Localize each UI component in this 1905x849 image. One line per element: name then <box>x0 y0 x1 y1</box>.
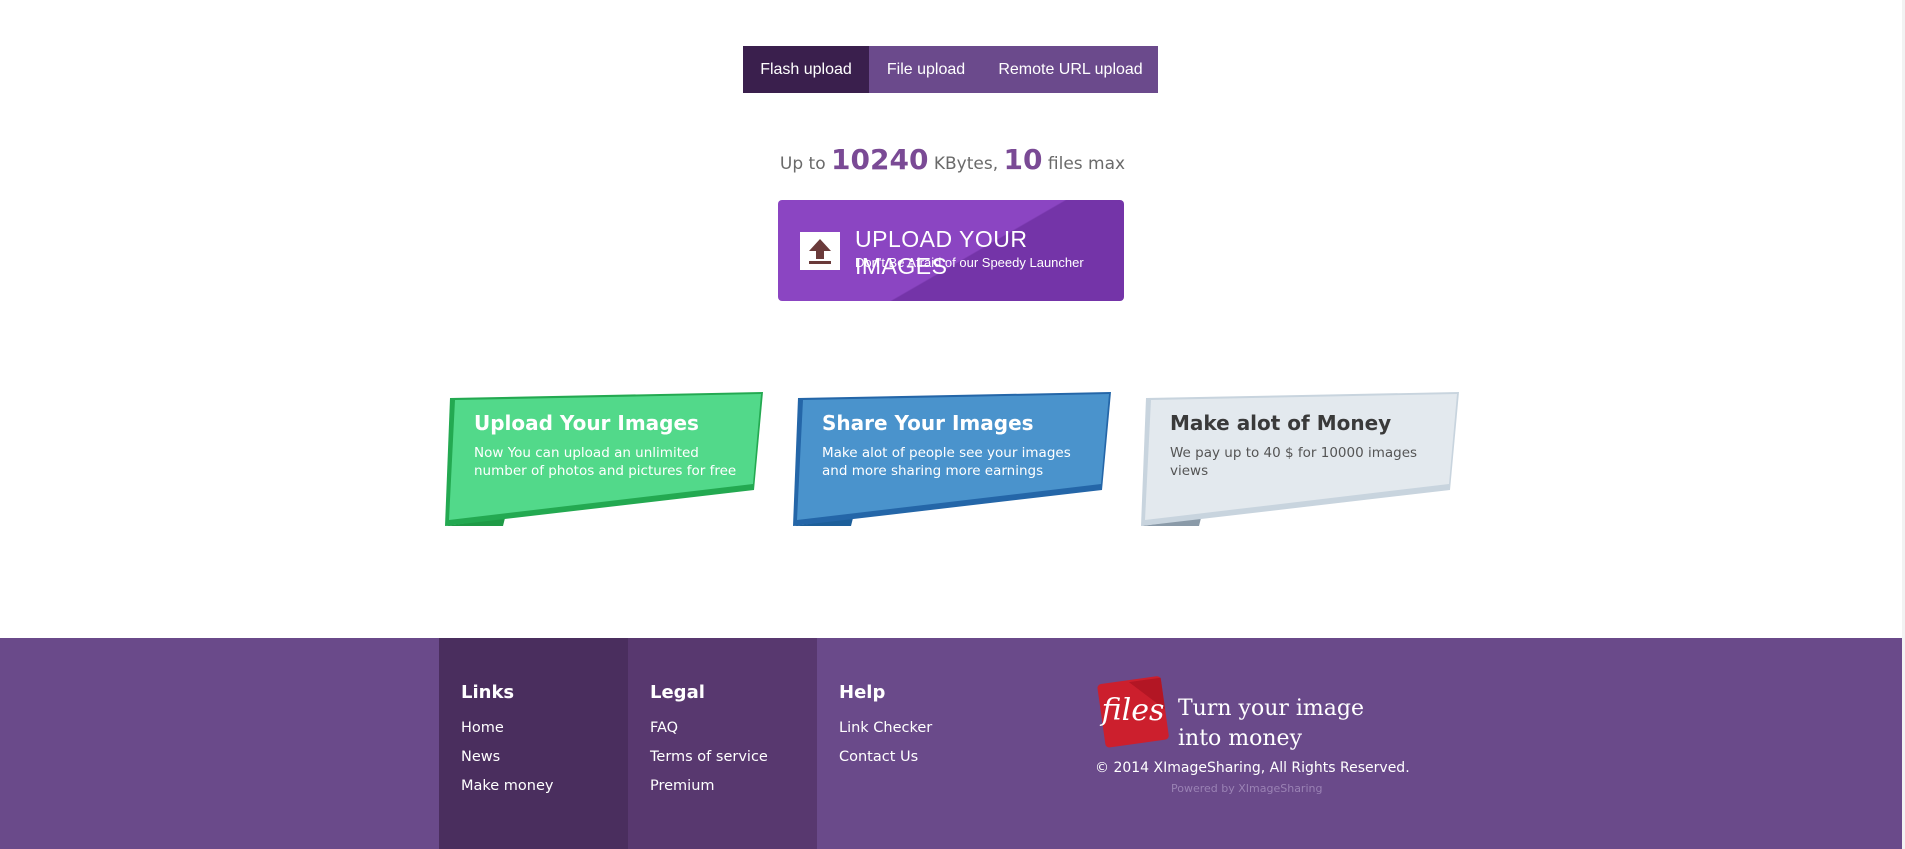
files-logo[interactable]: files <box>1093 672 1171 750</box>
tagline-line-1: Turn your image <box>1178 696 1364 721</box>
feature-card-share: Share Your Images Make alot of people se… <box>791 392 1111 528</box>
footer-link-terms[interactable]: Terms of service <box>650 749 768 778</box>
footer-link-link-checker[interactable]: Link Checker <box>839 720 932 749</box>
footer: Links Home News Make money Legal FAQ Ter… <box>0 638 1902 849</box>
feature-title: Upload Your Images <box>474 411 699 435</box>
footer-link-contact-us[interactable]: Contact Us <box>839 749 932 778</box>
footer-help-column: Help Link Checker Contact Us <box>817 638 1006 849</box>
logo-text: files <box>1100 693 1165 728</box>
footer-link-news[interactable]: News <box>461 749 554 778</box>
upload-icon <box>800 232 840 270</box>
footer-heading: Help <box>839 682 886 703</box>
footer-link-home[interactable]: Home <box>461 720 554 749</box>
tagline-line-2: into money <box>1178 726 1303 751</box>
feature-text: Make alot of people see your images and … <box>822 445 1071 479</box>
footer-brand: files Turn your image into money <box>1093 672 1413 752</box>
tab-remote-url-upload[interactable]: Remote URL upload <box>983 46 1158 93</box>
upload-method-tabs: Flash upload File upload Remote URL uplo… <box>743 46 1158 93</box>
max-files: 10 <box>1003 143 1043 176</box>
copyright-text: © 2014 XImageSharing, All Rights Reserve… <box>1095 760 1410 776</box>
feature-text: Now You can upload an unlimited number o… <box>474 445 737 479</box>
footer-tagline: Turn your image into money <box>1178 694 1364 754</box>
footer-link-faq[interactable]: FAQ <box>650 720 768 749</box>
tab-file-upload[interactable]: File upload <box>869 46 983 93</box>
footer-link-make-money[interactable]: Make money <box>461 778 554 807</box>
feature-text: We pay up to 40 $ for 10000 images views <box>1170 445 1418 479</box>
tab-flash-upload[interactable]: Flash upload <box>743 46 869 93</box>
footer-link-premium[interactable]: Premium <box>650 778 768 807</box>
upload-button-subtitle: Don't Be Afraid of our Speedy Launcher <box>855 255 1084 270</box>
footer-legal-column: Legal FAQ Terms of service Premium <box>628 638 817 849</box>
feature-title: Make alot of Money <box>1170 411 1392 435</box>
feature-card-money: Make alot of Money We pay up to 40 $ for… <box>1139 392 1459 528</box>
max-kbytes: 10240 <box>831 143 929 176</box>
files-label: files max <box>1047 154 1126 174</box>
powered-by-link[interactable]: Powered by XImageSharing <box>1171 782 1322 795</box>
footer-links-column: Links Home News Make money <box>439 638 628 849</box>
feature-title: Share Your Images <box>822 411 1034 435</box>
upload-button-title: UPLOAD YOUR IMAGES <box>855 226 1028 279</box>
kbytes-label: KBytes, <box>933 154 999 174</box>
limits-prefix: Up to <box>779 154 826 174</box>
upload-images-button[interactable]: UPLOAD YOUR IMAGES Don't Be Afraid of ou… <box>778 200 1124 301</box>
footer-heading: Legal <box>650 682 705 703</box>
feature-card-upload: Upload Your Images Now You can upload an… <box>443 392 763 528</box>
footer-heading: Links <box>461 682 515 703</box>
upload-limits: Up to 10240 KBytes, 10 files max <box>0 143 1905 176</box>
